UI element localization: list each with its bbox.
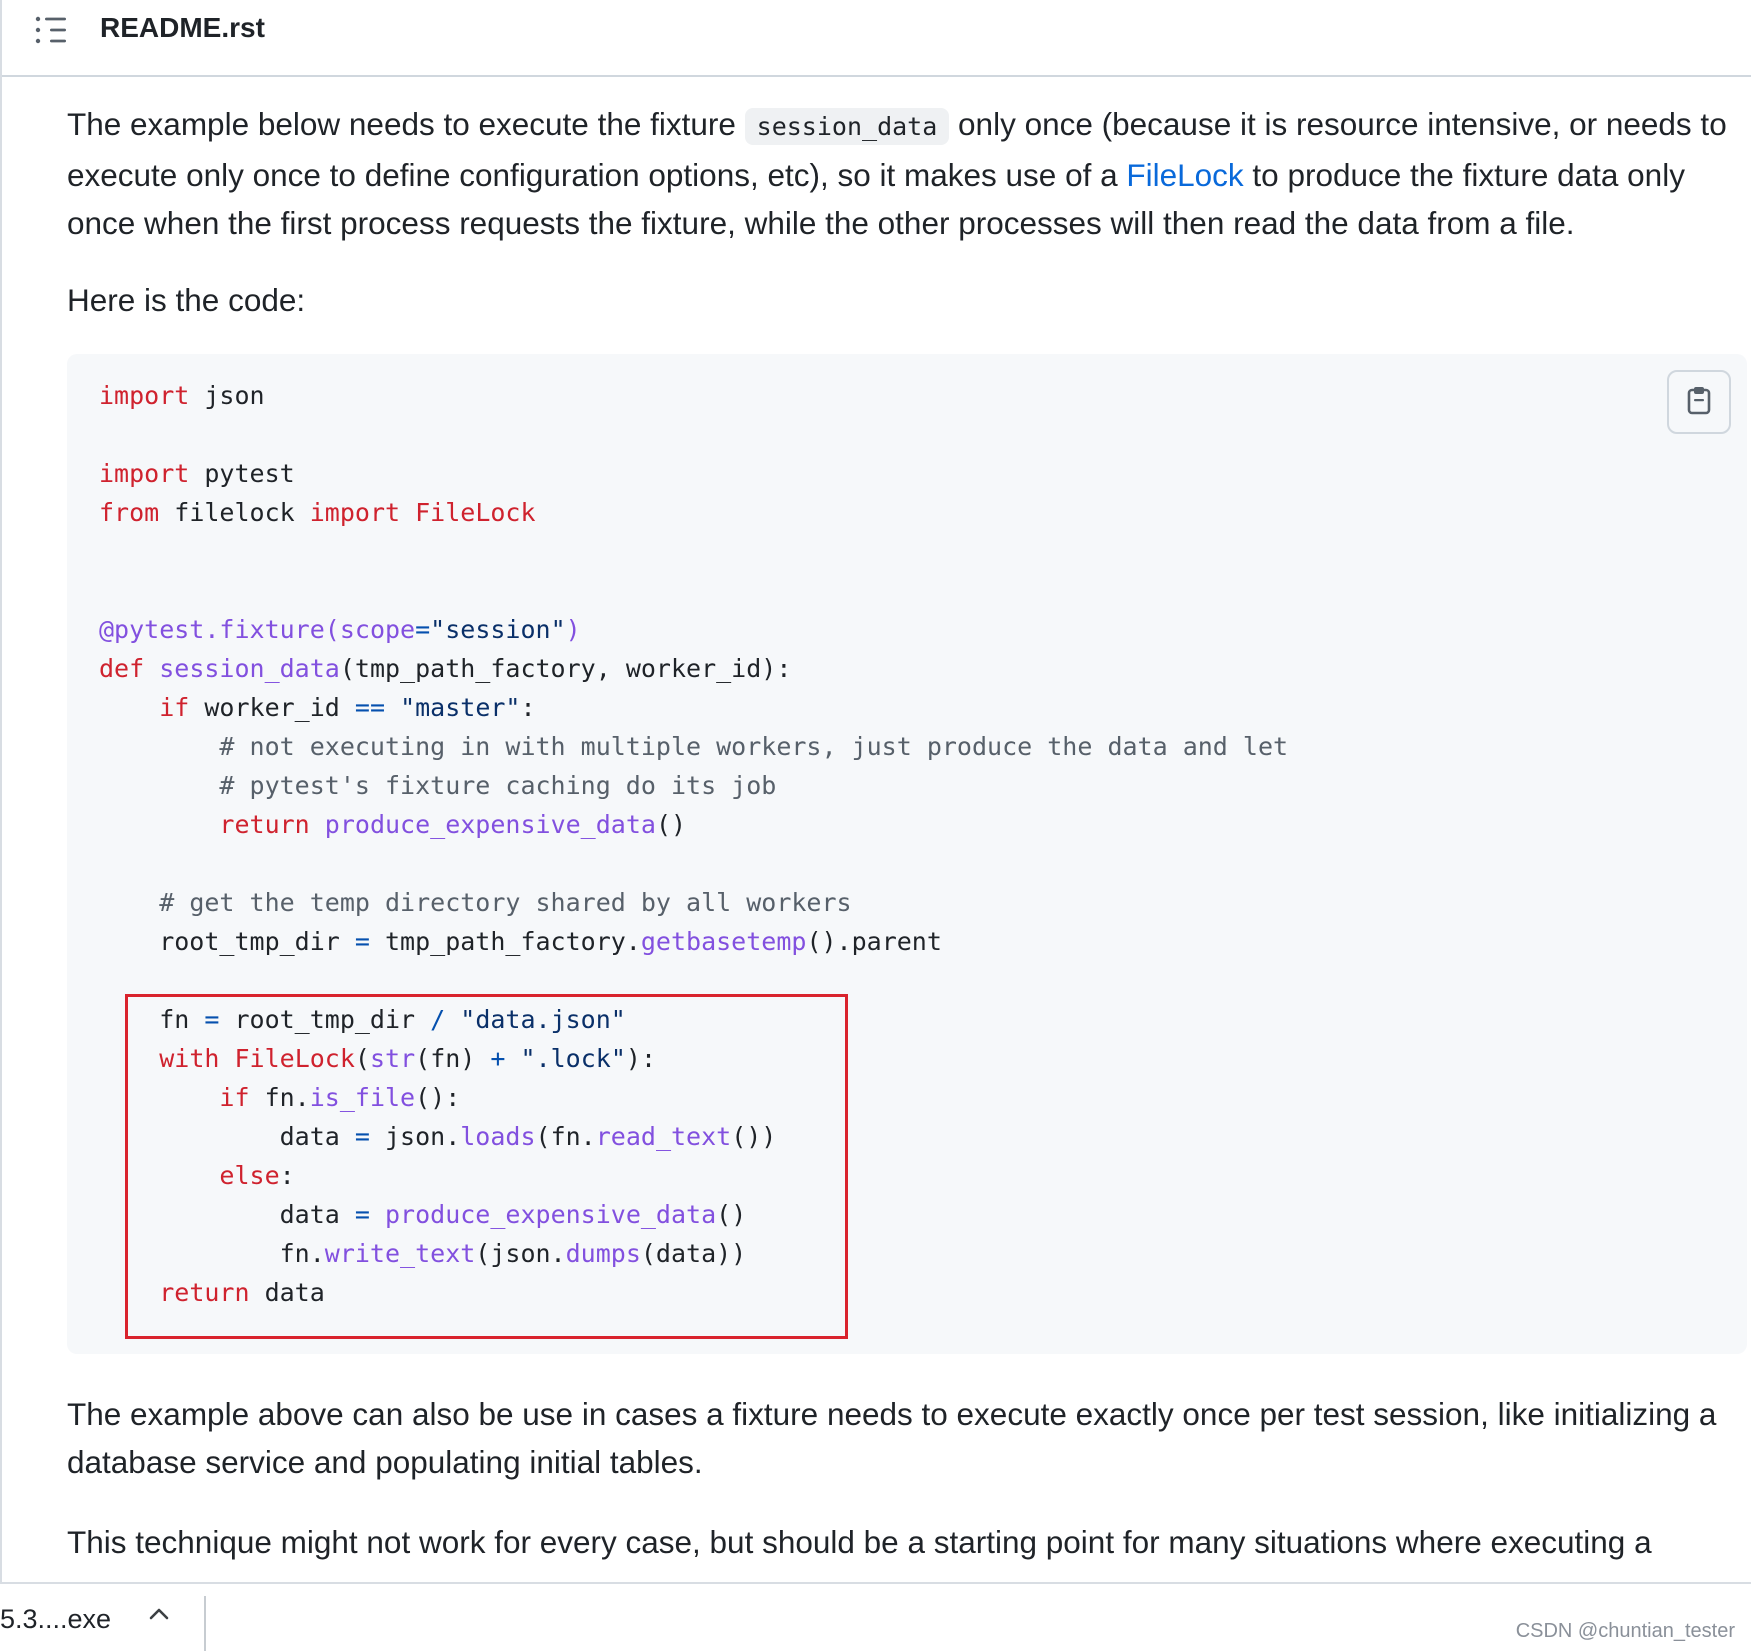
code-line: # pytest's fixture caching do its job [219, 771, 777, 800]
code-line: # get the temp directory shared by all w… [159, 888, 852, 917]
code-line: return data [159, 1278, 325, 1307]
download-bar: 5.3....exe CSDN @chuntian_tester [0, 1582, 1751, 1651]
code-intro-paragraph: Here is the code: [67, 282, 306, 318]
code-line: root_tmp_dir = tmp_path_factory.getbaset… [99, 927, 942, 956]
code-line: import pytest [99, 459, 295, 488]
intro-text-1: The example below needs to execute the f… [67, 106, 745, 142]
code-line: data = produce_expensive_data() [99, 1200, 747, 1229]
code-line: else: [219, 1161, 295, 1190]
clipboard-icon [1685, 385, 1713, 420]
code-line: if worker_id == "master": [159, 693, 536, 722]
code-line: return produce_expensive_data() [219, 810, 687, 839]
inline-code: session_data [744, 108, 950, 145]
chevron-up-icon[interactable] [147, 1602, 171, 1626]
code-line: import json [99, 381, 265, 410]
intro-paragraph: The example below needs to execute the f… [67, 100, 1747, 247]
readme-header: README.rst [2, 0, 1751, 77]
code-block: import json import pytest from filelock … [67, 354, 1747, 1354]
download-file-name[interactable]: 5.3....exe [0, 1604, 111, 1635]
outro-paragraph: The example above can also be use in cas… [67, 1396, 1717, 1480]
divider [204, 1596, 206, 1651]
code-line: fn = root_tmp_dir / "data.json" [99, 1005, 626, 1034]
copy-button[interactable] [1667, 370, 1731, 434]
code-line: data = json.loads(fn.read_text()) [99, 1122, 777, 1151]
filelock-link[interactable]: FileLock [1126, 157, 1243, 193]
code-content: import json import pytest from filelock … [99, 376, 1288, 1312]
list-icon[interactable] [34, 14, 68, 46]
readme-panel: README.rst The example below needs to ex… [0, 0, 1751, 1582]
code-line: # not executing in with multiple workers… [219, 732, 1289, 761]
code-line: from filelock import FileLock [99, 498, 536, 527]
code-line: @pytest.fixture(scope="session") [99, 615, 581, 644]
watermark: CSDN @chuntian_tester [1515, 1620, 1735, 1642]
closing-paragraph: This technique might not work for every … [67, 1524, 1652, 1560]
file-title: README.rst [100, 12, 265, 43]
code-line: def session_data(tmp_path_factory, worke… [99, 654, 792, 683]
code-line: if fn.is_file(): [219, 1083, 461, 1112]
code-line: with FileLock(str(fn) + ".lock"): [159, 1044, 656, 1073]
code-line: fn.write_text(json.dumps(data)) [99, 1239, 747, 1268]
